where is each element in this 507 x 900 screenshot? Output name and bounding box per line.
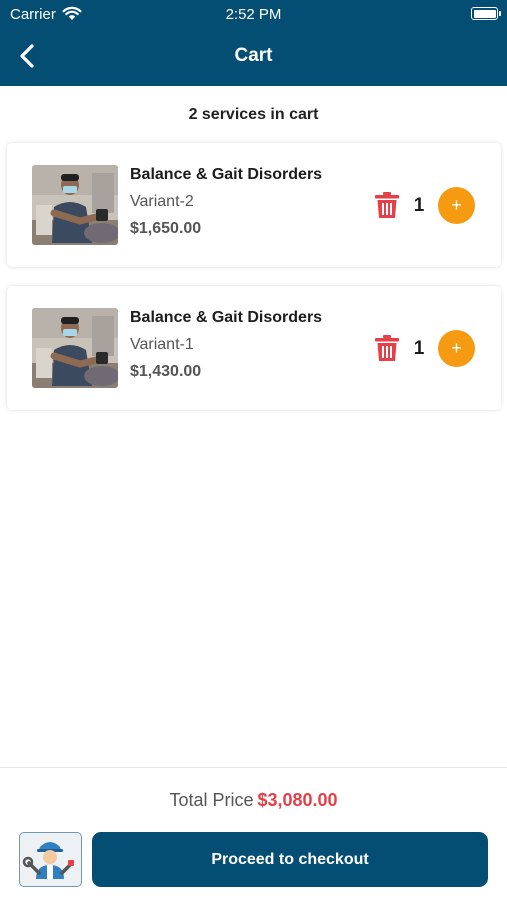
technician-icon[interactable] <box>19 832 82 887</box>
status-time: 2:52 PM <box>225 6 282 23</box>
cart-count: 2 services in cart <box>188 106 319 123</box>
trash-icon[interactable] <box>374 191 400 219</box>
cart-item: Balance & Gait Disorders Variant-1 $1,43… <box>7 286 501 410</box>
increase-quantity-button[interactable]: + <box>438 330 475 367</box>
quantity-value: 1 <box>413 195 425 216</box>
increase-quantity-button[interactable]: + <box>438 187 475 224</box>
quantity-value: 1 <box>413 338 425 359</box>
service-price: $1,650.00 <box>130 220 202 237</box>
service-variant: Variant-1 <box>130 336 194 353</box>
status-bar: Carrier 2:52 PM <box>0 0 507 28</box>
battery-icon <box>471 7 501 20</box>
total-price: Total Price $3,080.00 <box>0 790 507 811</box>
total-price-value: $3,080.00 <box>257 790 338 810</box>
cart-item: Balance & Gait Disorders Variant-2 $1,65… <box>7 143 501 267</box>
service-name: Balance & Gait Disorders <box>130 309 323 326</box>
total-price-label: Total Price <box>169 790 254 810</box>
service-thumbnail <box>32 165 118 245</box>
app-header: Carrier 2:52 PM Cart <box>0 0 507 86</box>
service-price: $1,430.00 <box>130 363 202 380</box>
service-name: Balance & Gait Disorders <box>130 166 323 183</box>
page-title: Cart <box>234 45 273 66</box>
service-thumbnail <box>32 308 118 388</box>
trash-icon[interactable] <box>374 334 400 362</box>
service-variant: Variant-2 <box>130 193 194 210</box>
checkout-footer: Total Price $3,080.00 Proceed to checkout <box>0 767 507 900</box>
proceed-to-checkout-button[interactable]: Proceed to checkout <box>92 832 488 887</box>
